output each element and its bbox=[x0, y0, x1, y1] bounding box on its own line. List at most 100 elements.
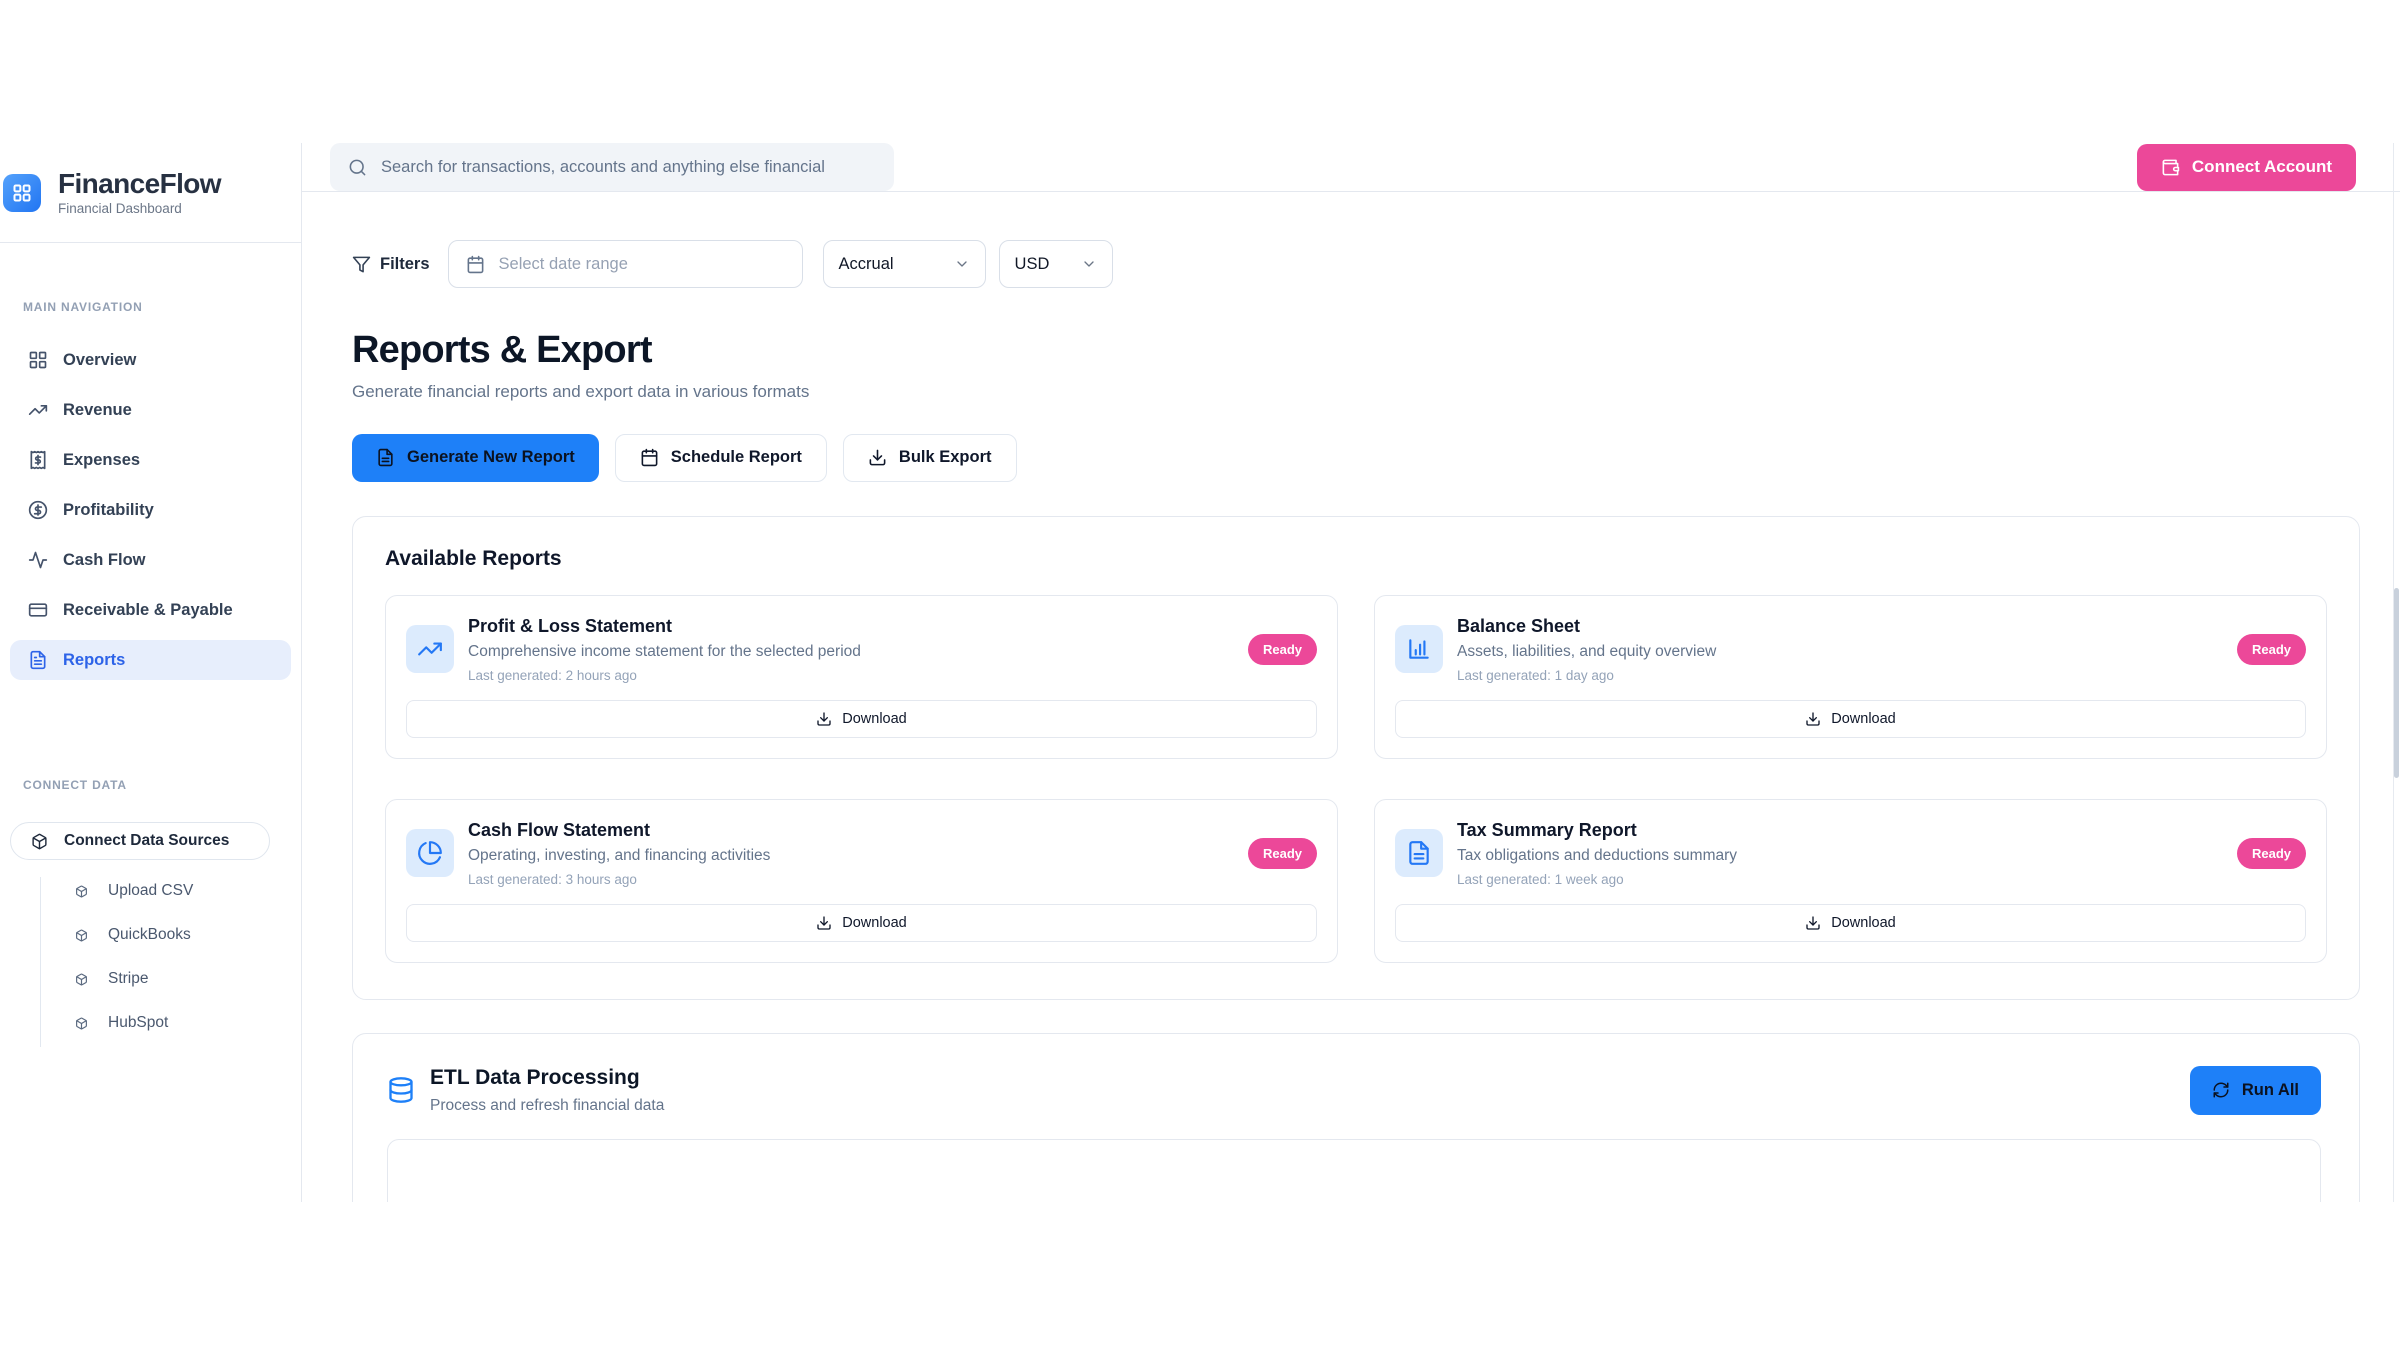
sidebar: FinanceFlow Financial Dashboard MAIN NAV… bbox=[0, 143, 302, 1202]
main-nav-header: MAIN NAVIGATION bbox=[10, 300, 291, 314]
calendar-icon bbox=[640, 448, 659, 467]
report-card-cash-flow: Cash Flow Statement Operating, investing… bbox=[385, 799, 1338, 963]
schedule-report-button[interactable]: Schedule Report bbox=[615, 434, 827, 482]
chevron-down-icon bbox=[1081, 256, 1097, 272]
etl-pipeline-card bbox=[387, 1139, 2321, 1202]
calendar-icon bbox=[466, 255, 485, 274]
available-reports-panel: Available Reports Profit & Loss Statemen… bbox=[352, 516, 2360, 1000]
connect-data-sources-button[interactable]: Connect Data Sources bbox=[10, 822, 270, 860]
run-all-button[interactable]: Run All bbox=[2190, 1066, 2321, 1115]
brand-name: FinanceFlow bbox=[58, 169, 221, 198]
report-title: Cash Flow Statement bbox=[468, 820, 1234, 841]
source-item-label: Upload CSV bbox=[108, 882, 193, 900]
trending-up-icon bbox=[417, 636, 443, 662]
report-last-generated: Last generated: 3 hours ago bbox=[468, 872, 1234, 887]
generate-new-report-button[interactable]: Generate New Report bbox=[352, 434, 599, 482]
date-range-field[interactable] bbox=[499, 255, 785, 274]
package-icon bbox=[75, 885, 88, 898]
package-icon bbox=[75, 1017, 88, 1030]
sidebar-item-label: Cash Flow bbox=[63, 551, 146, 570]
page-subtitle: Generate financial reports and export da… bbox=[352, 382, 2360, 402]
report-icon-tile bbox=[1395, 625, 1443, 673]
download-button[interactable]: Download bbox=[406, 904, 1317, 942]
source-item-quickbooks[interactable]: QuickBooks bbox=[10, 913, 291, 957]
status-badge: Ready bbox=[2237, 634, 2306, 665]
sidebar-item-label: Profitability bbox=[63, 501, 154, 520]
database-icon bbox=[387, 1076, 415, 1104]
sidebar-item-receivable-payable[interactable]: Receivable & Payable bbox=[10, 590, 291, 630]
search-box[interactable] bbox=[330, 143, 894, 191]
sidebar-item-label: Overview bbox=[63, 351, 136, 370]
package-icon bbox=[75, 973, 88, 986]
report-last-generated: Last generated: 1 day ago bbox=[1457, 668, 2223, 683]
sidebar-item-label: Receivable & Payable bbox=[63, 601, 233, 620]
sidebar-item-reports[interactable]: Reports bbox=[10, 640, 291, 680]
sidebar-item-cash-flow[interactable]: Cash Flow bbox=[10, 540, 291, 580]
reports-grid: Profit & Loss Statement Comprehensive in… bbox=[385, 595, 2327, 963]
accounting-basis-select[interactable]: Accrual bbox=[823, 240, 986, 288]
refresh-icon bbox=[2212, 1081, 2230, 1099]
currency-select[interactable]: USD bbox=[999, 240, 1113, 288]
currency-value: USD bbox=[1015, 255, 1050, 274]
connect-account-label: Connect Account bbox=[2192, 157, 2332, 177]
date-range-input[interactable] bbox=[448, 240, 803, 288]
etl-subtitle: Process and refresh financial data bbox=[430, 1097, 664, 1115]
download-button[interactable]: Download bbox=[1395, 700, 2306, 738]
source-item-label: Stripe bbox=[108, 970, 149, 988]
chevron-down-icon bbox=[954, 256, 970, 272]
pie-chart-icon bbox=[417, 840, 443, 866]
connect-data-section: CONNECT DATA Connect Data Sources Upload… bbox=[0, 690, 301, 1045]
sidebar-item-overview[interactable]: Overview bbox=[10, 340, 291, 380]
report-description: Assets, liabilities, and equity overview bbox=[1457, 643, 2223, 661]
funnel-icon bbox=[352, 255, 371, 274]
source-item-label: HubSpot bbox=[108, 1014, 168, 1032]
report-card-balance-sheet: Balance Sheet Assets, liabilities, and e… bbox=[1374, 595, 2327, 759]
source-item-hubspot[interactable]: HubSpot bbox=[10, 1001, 291, 1045]
etl-panel: ETL Data Processing Process and refresh … bbox=[352, 1033, 2360, 1202]
filters-row: Filters Accrual USD bbox=[352, 240, 2360, 288]
connect-account-button[interactable]: Connect Account bbox=[2137, 144, 2356, 191]
source-item-upload-csv[interactable]: Upload CSV bbox=[10, 869, 291, 913]
accounting-basis-value: Accrual bbox=[839, 255, 894, 274]
search-input[interactable] bbox=[381, 158, 876, 177]
available-reports-title: Available Reports bbox=[385, 547, 2327, 571]
grid-icon bbox=[28, 350, 48, 370]
download-icon bbox=[868, 448, 887, 467]
credit-card-icon bbox=[28, 600, 48, 620]
report-title: Profit & Loss Statement bbox=[468, 616, 1234, 637]
content: Filters Accrual USD Reports & Export Gen… bbox=[302, 192, 2400, 1202]
report-description: Operating, investing, and financing acti… bbox=[468, 847, 1234, 865]
sidebar-item-revenue[interactable]: Revenue bbox=[10, 390, 291, 430]
app-window: FinanceFlow Financial Dashboard MAIN NAV… bbox=[0, 143, 2400, 1202]
etl-header: ETL Data Processing Process and refresh … bbox=[387, 1066, 2321, 1115]
main-navigation: MAIN NAVIGATION Overview Revenue Expense… bbox=[0, 243, 301, 690]
sidebar-item-label: Reports bbox=[63, 651, 125, 670]
bulk-export-button[interactable]: Bulk Export bbox=[843, 434, 1017, 482]
download-icon bbox=[816, 915, 832, 931]
filters-label: Filters bbox=[352, 255, 430, 274]
download-button[interactable]: Download bbox=[1395, 904, 2306, 942]
sidebar-item-profitability[interactable]: Profitability bbox=[10, 490, 291, 530]
report-icon-tile bbox=[1395, 829, 1443, 877]
source-item-label: QuickBooks bbox=[108, 926, 191, 944]
report-title: Tax Summary Report bbox=[1457, 820, 2223, 841]
status-badge: Ready bbox=[1248, 634, 1317, 665]
scrollbar-thumb[interactable] bbox=[2394, 588, 2399, 778]
report-last-generated: Last generated: 1 week ago bbox=[1457, 872, 2223, 887]
data-source-list: Upload CSV QuickBooks Stripe HubSpot bbox=[10, 869, 291, 1045]
activity-icon bbox=[28, 550, 48, 570]
source-item-stripe[interactable]: Stripe bbox=[10, 957, 291, 1001]
report-description: Comprehensive income statement for the s… bbox=[468, 643, 1234, 661]
package-icon bbox=[75, 929, 88, 942]
report-last-generated: Last generated: 2 hours ago bbox=[468, 668, 1234, 683]
sidebar-item-label: Revenue bbox=[63, 401, 132, 420]
main-area: Connect Account Filters Accrual bbox=[302, 143, 2400, 1202]
scrollbar[interactable] bbox=[2393, 143, 2400, 1202]
sidebar-item-expenses[interactable]: Expenses bbox=[10, 440, 291, 480]
report-card-tax-summary: Tax Summary Report Tax obligations and d… bbox=[1374, 799, 2327, 963]
report-description: Tax obligations and deductions summary bbox=[1457, 847, 2223, 865]
download-icon bbox=[1805, 711, 1821, 727]
report-icon-tile bbox=[406, 625, 454, 673]
brand: FinanceFlow Financial Dashboard bbox=[0, 143, 301, 243]
download-button[interactable]: Download bbox=[406, 700, 1317, 738]
